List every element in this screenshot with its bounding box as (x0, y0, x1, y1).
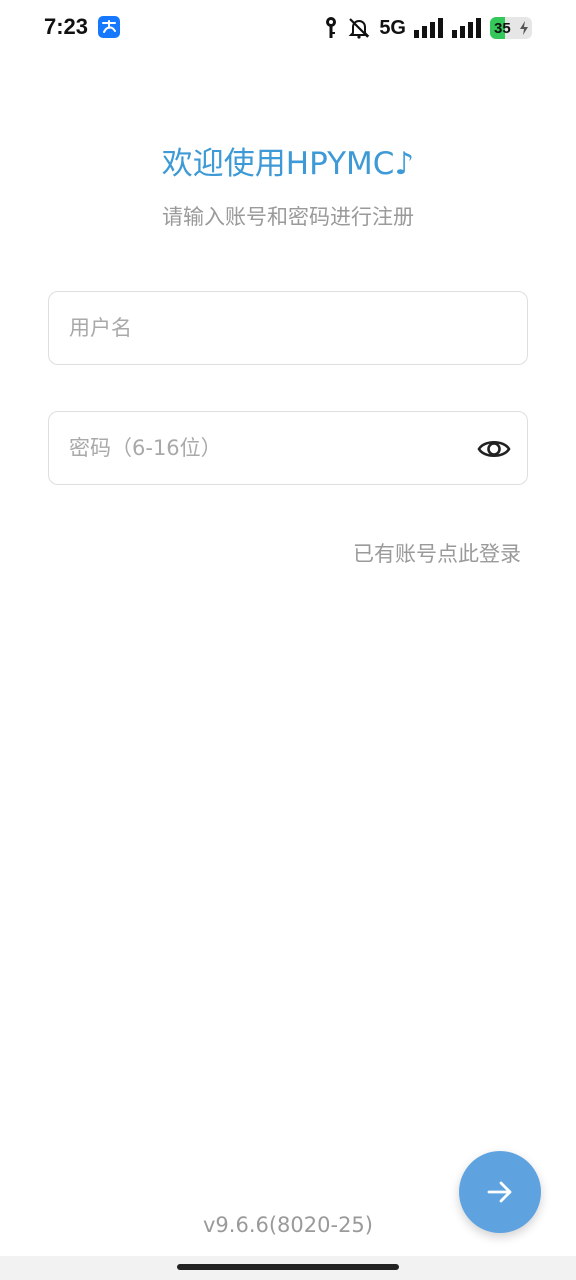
key-icon (323, 16, 339, 40)
welcome-subtitle: 请输入账号和密码进行注册 (162, 205, 414, 229)
password-input[interactable] (69, 412, 459, 484)
next-button[interactable] (459, 1151, 541, 1233)
network-label: 5G (379, 16, 406, 39)
welcome-title: 欢迎使用HPYMC♪ (161, 146, 415, 182)
status-time: 7:23 (44, 14, 89, 39)
register-screen: 7:23 5G 35 欢迎使用HPYMC♪ 请输入账号和密码进行注册 用户名 已… (0, 0, 576, 1280)
arrow-right-icon (487, 1181, 512, 1203)
username-field[interactable] (48, 291, 528, 365)
signal-icon (414, 17, 444, 39)
charging-bolt-icon (520, 21, 528, 35)
eye-icon[interactable] (477, 432, 511, 466)
home-indicator[interactable] (177, 1264, 399, 1270)
login-link[interactable]: 已有账号点此登录 (353, 538, 521, 568)
battery-level: 35 (494, 19, 511, 37)
password-field[interactable] (48, 411, 528, 485)
status-bar: 7:23 5G 35 (0, 0, 576, 56)
alipay-icon (98, 16, 120, 38)
navigation-bar (0, 1256, 576, 1280)
bell-off-icon (347, 16, 371, 40)
signal-icon-2 (452, 17, 482, 39)
username-input[interactable] (69, 292, 459, 364)
status-icons: 5G 35 (323, 14, 532, 42)
battery-icon: 35 (490, 17, 532, 39)
